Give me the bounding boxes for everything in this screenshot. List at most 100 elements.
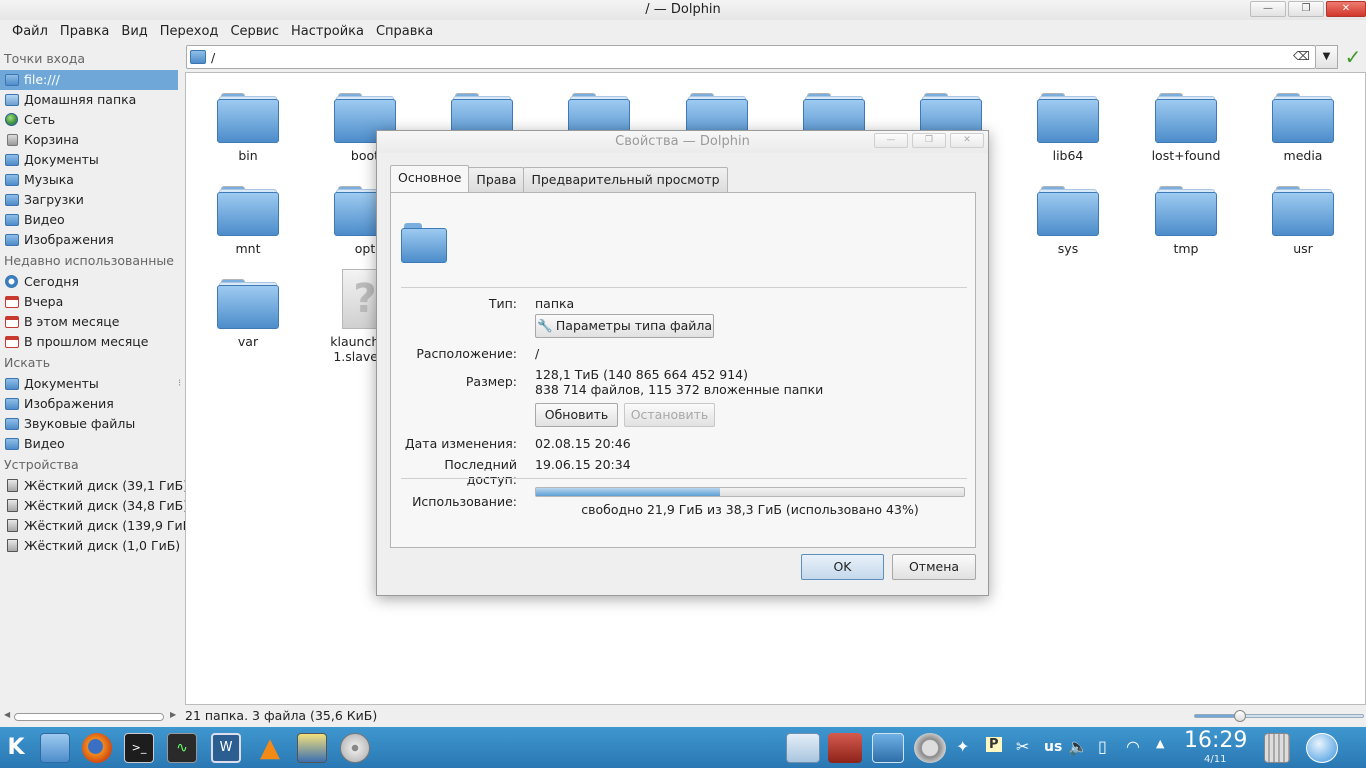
folder-item[interactable]: bin xyxy=(193,93,303,163)
folder-icon xyxy=(5,378,19,390)
places-item[interactable]: Сегодня xyxy=(0,272,182,292)
places-item[interactable]: Жёсткий диск (39,1 ГиБ) xyxy=(0,476,188,496)
folder-label: usr xyxy=(1293,241,1313,256)
menu-item[interactable]: Файл xyxy=(0,22,54,42)
places-item[interactable]: Звуковые файлы xyxy=(0,414,182,434)
folder-item[interactable]: mnt xyxy=(193,186,303,256)
places-panel: Точки входа file:/// Домашняя папка Сеть Ко… xyxy=(0,48,196,708)
clipboard-icon[interactable]: P xyxy=(986,737,1002,752)
scroll-left-arrow[interactable]: ◀ xyxy=(4,710,10,719)
places-item[interactable]: Музыка xyxy=(0,170,182,190)
places-item[interactable]: Корзина xyxy=(0,130,182,150)
firefox-icon[interactable] xyxy=(82,733,112,763)
places-item[interactable]: Жёсткий диск (139,9 ГиБ) xyxy=(0,516,196,536)
dolphin-task-icon[interactable] xyxy=(786,733,820,763)
clock-time[interactable]: 16:29 xyxy=(1184,728,1247,753)
places-item[interactable]: Документы xyxy=(0,150,182,170)
file-manager-icon[interactable] xyxy=(40,733,70,763)
folder-icon xyxy=(5,398,19,410)
battery-icon[interactable]: ▯ xyxy=(1098,737,1107,756)
location-bar[interactable]: / ⌫ xyxy=(186,45,1316,69)
dialog-maximize-button[interactable]: ❐ xyxy=(912,133,946,148)
places-item[interactable]: Изображения xyxy=(0,230,182,250)
refresh-button[interactable]: Обновить xyxy=(535,403,618,427)
ok-button[interactable]: OK xyxy=(801,554,884,580)
wifi-icon[interactable]: ◠ xyxy=(1126,737,1140,756)
menu-item[interactable]: Сервис xyxy=(224,22,285,42)
vlc-icon[interactable]: ▲ xyxy=(255,733,285,763)
panel-resize-handle[interactable]: ⁝ xyxy=(178,378,181,389)
history-icon xyxy=(5,275,18,288)
menu-item[interactable]: Переход xyxy=(154,22,225,42)
close-button[interactable]: ✕ xyxy=(1326,1,1366,17)
folder-label: sys xyxy=(1057,241,1079,256)
zoom-slider[interactable] xyxy=(1194,710,1364,722)
folder-item[interactable]: lost+found xyxy=(1131,93,1241,163)
folder-item[interactable]: media xyxy=(1248,93,1358,163)
file-type-options-button[interactable]: 🔧 Параметры типа файла xyxy=(535,314,714,338)
tab-permissions[interactable]: Права xyxy=(468,167,525,192)
show-desktop-icon[interactable] xyxy=(1306,733,1338,763)
scissors-icon[interactable]: ✂ xyxy=(1016,737,1029,756)
places-item[interactable]: Сеть xyxy=(0,110,182,130)
folder-item[interactable]: sys xyxy=(1013,186,1123,256)
zoom-slider-handle[interactable] xyxy=(1234,710,1247,722)
tab-preview[interactable]: Предварительный просмотр xyxy=(523,167,728,192)
toolbox-task-icon[interactable] xyxy=(828,733,862,763)
recent-section-title: Недавно использованные xyxy=(4,253,174,268)
maximize-button[interactable]: ❐ xyxy=(1288,1,1324,17)
location-dropdown-button[interactable]: ▼ xyxy=(1316,45,1338,69)
volume-icon[interactable]: 🔈 xyxy=(1068,737,1088,756)
keyboard-layout[interactable]: us xyxy=(1044,739,1062,755)
places-item[interactable]: Вчера xyxy=(0,292,182,312)
folder-item[interactable]: usr xyxy=(1248,186,1358,256)
places-item[interactable]: Изображения xyxy=(0,394,182,414)
monitor-app-icon[interactable]: W xyxy=(211,733,241,763)
folder-item[interactable]: tmp xyxy=(1131,186,1241,256)
dialog-minimize-button[interactable]: — xyxy=(874,133,908,148)
places-item[interactable]: Загрузки xyxy=(0,190,182,210)
cancel-button[interactable]: Отмена xyxy=(892,554,976,580)
system-monitor-icon[interactable]: ∿ xyxy=(167,733,197,763)
dialog-close-button[interactable]: ✕ xyxy=(950,133,984,148)
places-item[interactable]: Видео xyxy=(0,434,182,454)
folder-item[interactable]: var xyxy=(193,279,303,349)
calendar-icon xyxy=(5,336,19,348)
general-tab-page: Тип: папка 🔧 Параметры типа файла Располо… xyxy=(390,192,976,548)
desktop-pager-icon[interactable] xyxy=(872,733,904,763)
scroll-right-arrow[interactable]: ▶ xyxy=(170,710,176,719)
places-scrollbar[interactable] xyxy=(14,713,164,721)
places-item-label: Жёсткий диск (39,1 ГиБ) xyxy=(24,478,189,493)
folder-icon xyxy=(1037,93,1099,143)
places-item[interactable]: В этом месяце xyxy=(0,312,182,332)
menu-item[interactable]: Настройка xyxy=(285,22,370,42)
network-tool-icon[interactable] xyxy=(297,733,327,763)
hard-disk-icon xyxy=(7,499,18,512)
checkmark-icon[interactable]: ✓ xyxy=(1342,45,1364,69)
menu-item[interactable]: Справка xyxy=(370,22,439,42)
tab-general[interactable]: Основное xyxy=(390,165,470,192)
location-path[interactable]: / xyxy=(211,50,215,65)
places-item[interactable]: Жёсткий диск (34,8 ГиБ) xyxy=(0,496,188,516)
places-item[interactable]: Видео xyxy=(0,210,182,230)
folder-item[interactable]: lib64 xyxy=(1013,93,1123,163)
clear-location-icon[interactable]: ⌫ xyxy=(1293,49,1310,63)
disc-burner-icon[interactable] xyxy=(340,733,370,763)
places-item-label: Домашняя папка xyxy=(24,92,137,107)
disk-usage-bar xyxy=(535,487,965,497)
places-item[interactable]: В прошлом месяце xyxy=(0,332,182,352)
places-item[interactable]: file:/// xyxy=(0,70,178,90)
minimize-button[interactable]: — xyxy=(1250,1,1286,17)
menu-item[interactable]: Правка xyxy=(54,22,115,42)
settings-task-icon[interactable] xyxy=(914,733,946,763)
terminal-icon[interactable]: >_ xyxy=(124,733,154,763)
stop-button[interactable]: Остановить xyxy=(624,403,715,427)
places-item[interactable]: Документы xyxy=(0,374,182,394)
puzzle-icon[interactable]: ✦ xyxy=(956,737,969,756)
kde-menu-icon[interactable]: K xyxy=(4,735,28,761)
trash-icon[interactable] xyxy=(1264,733,1290,763)
menu-item[interactable]: Вид xyxy=(115,22,153,42)
places-item[interactable]: Жёсткий диск (1,0 ГиБ) xyxy=(0,536,182,556)
places-item[interactable]: Домашняя папка xyxy=(0,90,182,110)
tray-expand-icon[interactable]: ▲ xyxy=(1156,737,1164,750)
